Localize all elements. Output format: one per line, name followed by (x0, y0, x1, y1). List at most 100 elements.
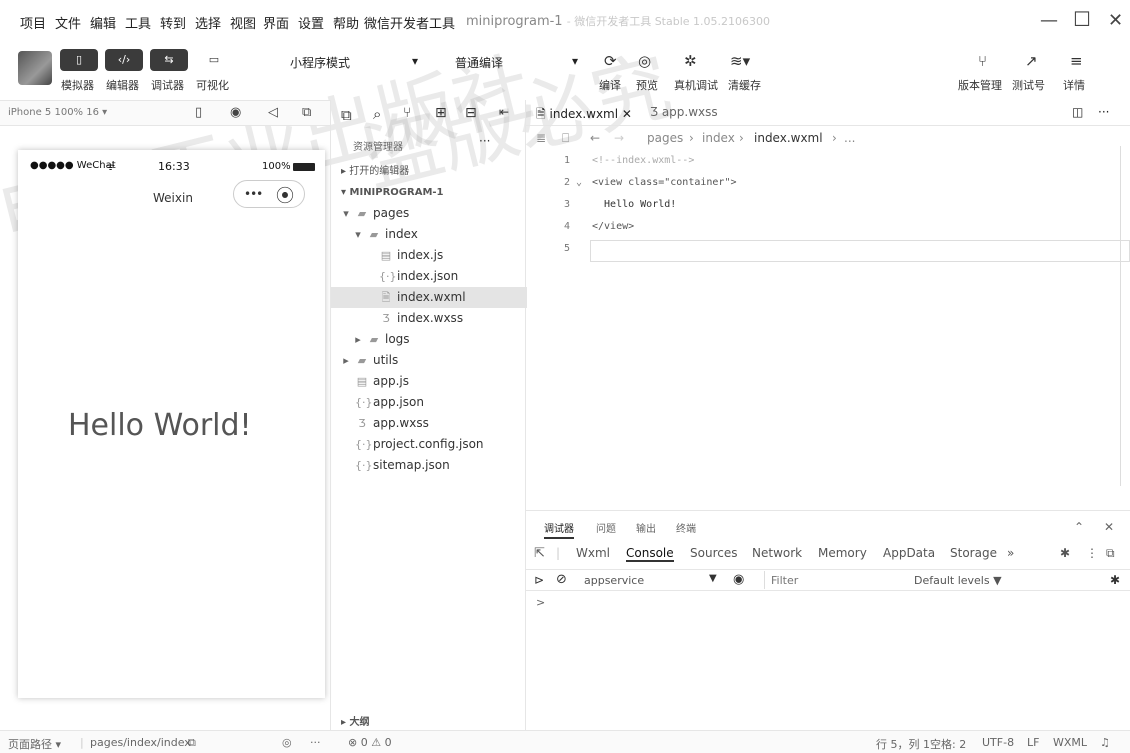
cursor-position[interactable]: 行 5，列 1 (876, 736, 930, 752)
menu-tools[interactable]: 工具 (125, 13, 151, 32)
more-icon[interactable]: ••• (244, 187, 263, 201)
menu-interface[interactable]: 界面 (263, 13, 289, 32)
eye-icon[interactable]: ◎ (282, 736, 292, 749)
version-control-label[interactable]: 版本管理 (958, 77, 1002, 93)
breadcrumb-pages[interactable]: pages (647, 131, 683, 145)
tab-sources[interactable]: Sources (690, 546, 737, 560)
details-icon[interactable]: ≡ (1070, 52, 1083, 70)
mode-select[interactable]: 小程序模式 (290, 54, 350, 71)
context-select[interactable]: appservice (584, 574, 644, 587)
file-tree-item[interactable]: {·}app.json (331, 392, 527, 413)
scrollbar[interactable] (1120, 146, 1121, 486)
search-icon[interactable]: ⌕ (373, 105, 381, 123)
tab-storage[interactable]: Storage (950, 546, 997, 560)
indent-setting[interactable]: 空格: 2 (930, 736, 966, 752)
tab-wxml[interactable]: Wxml (576, 546, 610, 560)
close-icon[interactable]: ✕ (1108, 10, 1123, 31)
open-editors-section[interactable]: ▸ 打开的编辑器 (331, 161, 527, 182)
file-tree-item[interactable]: ▸ ▰ utils (331, 350, 527, 371)
context-arrow-icon[interactable]: ▼ (709, 573, 717, 584)
mode-select-arrow-icon[interactable]: ▾ (412, 54, 418, 68)
test-account-label[interactable]: 测试号 (1012, 77, 1045, 93)
encoding[interactable]: UTF-8 (982, 736, 1014, 749)
code-line[interactable]: 1 <!--index.wxml--> (526, 150, 1130, 172)
menu-file[interactable]: 文件 (55, 13, 81, 32)
menu-settings[interactable]: 设置 (298, 13, 324, 32)
inspect-icon[interactable]: ⇱ (534, 546, 545, 561)
menu-goto[interactable]: 转到 (160, 13, 186, 32)
console-settings-icon[interactable]: ✱ (1110, 573, 1120, 587)
file-tree-item[interactable]: {·}index.json (331, 266, 527, 287)
back-icon[interactable]: ◁ (268, 105, 278, 120)
compile-select-arrow-icon[interactable]: ▾ (572, 54, 578, 68)
explorer-more-icon[interactable]: ··· (479, 134, 490, 148)
console-filter-input[interactable] (764, 571, 906, 589)
files-icon[interactable]: ⧉ (341, 106, 352, 124)
tab-appdata[interactable]: AppData (883, 546, 935, 560)
tab-app-wxss[interactable]: Ʒ app.wxss (650, 105, 718, 119)
log-levels-select[interactable]: Default levels ▼ (914, 574, 1002, 587)
chevron-down-icon[interactable]: ▾ (341, 203, 351, 224)
panel-debugger[interactable]: 调试器 (544, 520, 574, 539)
close-tab-icon[interactable]: ✕ (622, 107, 632, 121)
simulator-toggle[interactable]: ▯ (60, 49, 98, 71)
panel-output[interactable]: 输出 (636, 520, 656, 535)
nav-back-icon[interactable]: ← (590, 131, 600, 145)
tab-console[interactable]: Console (626, 546, 674, 562)
split-editor-icon[interactable]: ◫ (1072, 105, 1083, 119)
file-tree-item[interactable]: 🗎 index.wxml (331, 287, 527, 308)
menu-select[interactable]: 选择 (195, 13, 221, 32)
list-icon[interactable]: ≣ (536, 131, 546, 145)
project-section[interactable]: ▾ MINIPROGRAM-1 (331, 182, 527, 203)
menu-help[interactable]: 帮助 (333, 13, 359, 32)
editor-more-icon[interactable]: ··· (1098, 105, 1109, 119)
file-tree-item[interactable]: ▤ app.js (331, 371, 527, 392)
remote-debug-icon[interactable]: ✲ (684, 52, 697, 70)
tab-index-wxml[interactable]: 🗎 index.wxml ✕ (536, 105, 632, 126)
console-prompt[interactable]: > (536, 596, 545, 609)
menu-edit[interactable]: 编辑 (90, 13, 116, 32)
kebab-menu-icon[interactable]: ⋮ (1086, 546, 1098, 560)
menu-view[interactable]: 视图 (230, 13, 256, 32)
menu-project[interactable]: 项目 (20, 13, 46, 32)
extensions-icon[interactable]: ⊟ (465, 105, 477, 121)
copy-icon[interactable]: ⧉ (188, 736, 196, 750)
close-panel-icon[interactable]: ✕ (1104, 520, 1114, 534)
code-line[interactable]: 3 Hello World! (526, 194, 1130, 216)
file-tree-item[interactable]: ▸ ▰ logs (331, 329, 527, 350)
settings-gear-icon[interactable]: ✱ (1060, 546, 1070, 560)
git-icon[interactable]: ⑂ (403, 105, 411, 121)
breadcrumb-more[interactable]: ... (844, 131, 855, 145)
file-tree-item[interactable]: {·}sitemap.json (331, 455, 527, 476)
tab-network[interactable]: Network (752, 546, 802, 560)
record-icon[interactable]: ◉ (230, 105, 241, 120)
chevron-down-icon[interactable]: ▾ (353, 224, 363, 245)
compile-select[interactable]: 普通编译 (455, 54, 503, 71)
chevron-right-icon[interactable]: ▸ (341, 350, 351, 371)
language-mode[interactable]: WXML (1053, 736, 1087, 749)
visual-toggle[interactable]: ▭ (195, 49, 233, 71)
phone-simulator[interactable]: ●●●●● WeChat ᯤ 16:33 100% Weixin ••• ⦿ H… (18, 150, 325, 698)
version-control-icon[interactable]: ⑂ (978, 52, 987, 70)
details-label[interactable]: 详情 (1063, 77, 1085, 93)
menu-wechat-devtools[interactable]: 微信开发者工具 (364, 13, 455, 32)
device-icon[interactable]: ▯ (195, 105, 202, 120)
breadcrumb-index[interactable]: index (702, 131, 735, 145)
eye-icon[interactable]: ◉ (733, 572, 744, 587)
popout-icon[interactable]: ⧉ (302, 105, 311, 120)
tab-overflow[interactable]: » (1007, 546, 1014, 560)
debugger-toggle[interactable]: ⇆ (150, 49, 188, 71)
maximize-icon[interactable]: ☐ (1073, 7, 1091, 31)
file-tree-item[interactable]: Ʒapp.wxss (331, 413, 527, 434)
test-account-icon[interactable]: ↗ (1025, 52, 1038, 70)
nav-forward-icon[interactable]: → (614, 131, 624, 145)
page-path-select[interactable]: 页面路径 ▾ (8, 736, 61, 752)
panel-terminal[interactable]: 终端 (676, 520, 696, 535)
clear-console-icon[interactable]: ⊘ (556, 572, 567, 587)
editor-toggle[interactable]: ‹/› (105, 49, 143, 71)
compile-label[interactable]: 编译 (599, 77, 621, 93)
tab-memory[interactable]: Memory (818, 546, 867, 560)
fold-chevron-icon[interactable]: ⌄ (576, 172, 582, 194)
bookmark-icon[interactable]: ⎕ (562, 131, 569, 146)
preview-label[interactable]: 预览 (636, 77, 658, 93)
